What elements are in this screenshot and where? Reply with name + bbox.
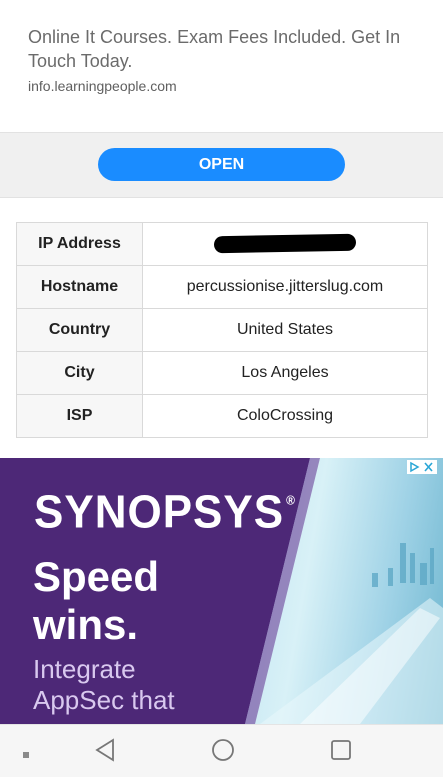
adchoices-icon[interactable] bbox=[407, 460, 437, 474]
banner-brand: SYNOPSYS ® bbox=[34, 486, 296, 539]
table-row: Hostname percussionise.jitterslug.com bbox=[16, 265, 428, 309]
table-row: Country United States bbox=[16, 308, 428, 352]
isp-value: ColoCrossing bbox=[142, 394, 428, 438]
back-icon[interactable] bbox=[94, 737, 116, 768]
home-icon[interactable] bbox=[211, 737, 235, 768]
text-ad[interactable]: Online It Courses. Exam Fees Included. G… bbox=[0, 0, 443, 132]
table-row: IP Address bbox=[16, 222, 428, 266]
ad-headline[interactable]: Online It Courses. Exam Fees Included. G… bbox=[28, 25, 418, 73]
recents-icon[interactable] bbox=[329, 737, 353, 768]
system-nav-bar bbox=[0, 724, 443, 777]
banner-subtext: Integrate AppSec that bbox=[33, 654, 175, 715]
banner-headline: Speed wins. bbox=[33, 553, 160, 648]
ad-action-bar: OPEN bbox=[0, 132, 443, 198]
country-value: United States bbox=[142, 308, 428, 352]
city-value: Los Angeles bbox=[142, 351, 428, 395]
redaction-mark bbox=[213, 234, 357, 254]
city-label: City bbox=[16, 351, 143, 395]
table-row: City Los Angeles bbox=[16, 351, 428, 395]
menu-dot-icon[interactable] bbox=[22, 746, 30, 764]
table-row: ISP ColoCrossing bbox=[16, 394, 428, 438]
hostname-label: Hostname bbox=[16, 265, 143, 309]
banner-ad[interactable]: SYNOPSYS ® Speed wins. Integrate AppSec t… bbox=[0, 458, 443, 724]
ip-info-table: IP Address Hostname percussionise.jitter… bbox=[16, 222, 428, 438]
open-button[interactable]: OPEN bbox=[98, 148, 345, 181]
ad-url[interactable]: info.learningpeople.com bbox=[28, 78, 177, 94]
hostname-value: percussionise.jitterslug.com bbox=[142, 265, 428, 309]
ip-address-label: IP Address bbox=[16, 222, 143, 266]
country-label: Country bbox=[16, 308, 143, 352]
isp-label: ISP bbox=[16, 394, 143, 438]
ip-address-value bbox=[142, 222, 428, 266]
